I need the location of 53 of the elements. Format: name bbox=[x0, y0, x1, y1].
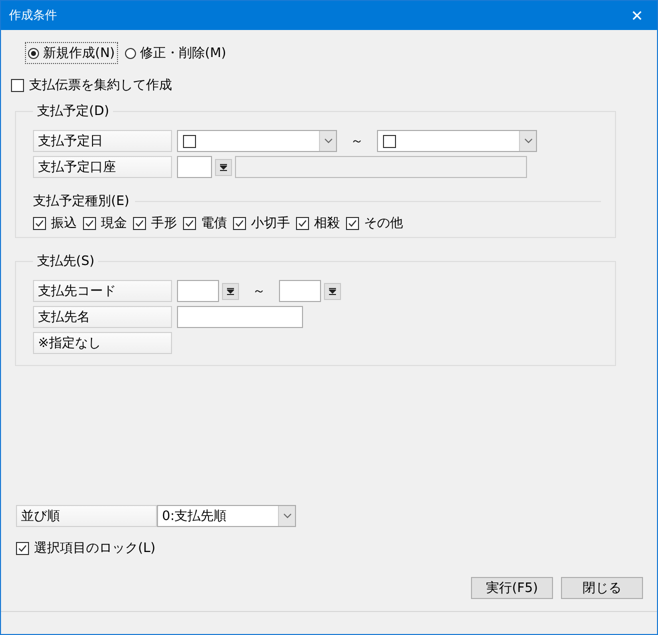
account-code-field[interactable] bbox=[177, 156, 212, 178]
field-label: 並び順 bbox=[16, 505, 157, 527]
group-title: 支払先(S) bbox=[36, 253, 96, 270]
checkbox-label: 現金 bbox=[101, 215, 127, 232]
sort-dropdown[interactable]: 0:支払先順 bbox=[157, 505, 296, 527]
checkbox-label: 相殺 bbox=[314, 215, 340, 232]
range-separator: ～ bbox=[350, 133, 364, 150]
checkbox-label: 手形 bbox=[151, 215, 177, 232]
dropdown-icon bbox=[329, 288, 336, 294]
close-dialog-button[interactable]: 閉じる bbox=[561, 577, 643, 599]
run-button[interactable]: 実行(F5) bbox=[471, 577, 553, 599]
checkbox-label: 選択項目のロック(L) bbox=[34, 540, 156, 557]
radio-button[interactable] bbox=[124, 48, 136, 58]
checkbox[interactable] bbox=[133, 216, 146, 230]
checkbox[interactable] bbox=[346, 216, 359, 230]
checkbox[interactable] bbox=[296, 216, 309, 230]
close-button[interactable]: ✕ bbox=[617, 1, 657, 30]
checkbox[interactable] bbox=[233, 216, 246, 230]
payee-code-field[interactable] bbox=[177, 280, 219, 302]
chevron-down-icon bbox=[524, 138, 532, 144]
dropdown-icon bbox=[220, 164, 227, 170]
mode-radio[interactable]: 新規作成(N) bbox=[25, 42, 118, 64]
checkbox[interactable] bbox=[183, 134, 196, 148]
field-label: 支払先コード bbox=[33, 280, 172, 302]
radio-button[interactable] bbox=[28, 48, 39, 58]
range-separator: ～ bbox=[252, 283, 266, 300]
checkbox[interactable] bbox=[11, 78, 24, 92]
checkbox-label: 支払伝票を集約して作成 bbox=[29, 77, 172, 94]
section-heading: 支払予定種別(E) bbox=[33, 193, 130, 210]
chevron-down-icon bbox=[324, 138, 332, 144]
field-label: 支払予定日 bbox=[33, 130, 172, 152]
checkbox-label: その他 bbox=[364, 215, 403, 232]
checkbox[interactable] bbox=[33, 216, 46, 230]
payee-name-field[interactable] bbox=[177, 306, 303, 328]
checkbox-label: 電債 bbox=[201, 215, 227, 232]
checkbox[interactable] bbox=[383, 134, 396, 148]
lookup-button[interactable] bbox=[222, 282, 239, 300]
group-title: 支払予定(D) bbox=[36, 103, 110, 120]
field-label: 支払予定口座 bbox=[33, 156, 172, 178]
checkbox[interactable] bbox=[83, 216, 96, 230]
mode-radio[interactable]: 修正・削除(M) bbox=[122, 42, 230, 64]
payee-code-field[interactable] bbox=[279, 280, 321, 302]
lookup-button[interactable] bbox=[215, 158, 232, 176]
checkbox-label: 振込 bbox=[51, 215, 77, 232]
note-label: ※指定なし bbox=[33, 332, 172, 354]
checkbox[interactable] bbox=[183, 216, 196, 230]
dropdown-icon bbox=[227, 288, 234, 294]
window-title: 作成条件 bbox=[9, 7, 57, 24]
chevron-down-icon bbox=[282, 513, 292, 519]
field-label: 支払先名 bbox=[33, 306, 172, 328]
lookup-button[interactable] bbox=[324, 282, 341, 300]
checkbox-label: 小切手 bbox=[251, 215, 290, 232]
checkbox[interactable] bbox=[16, 542, 29, 554]
